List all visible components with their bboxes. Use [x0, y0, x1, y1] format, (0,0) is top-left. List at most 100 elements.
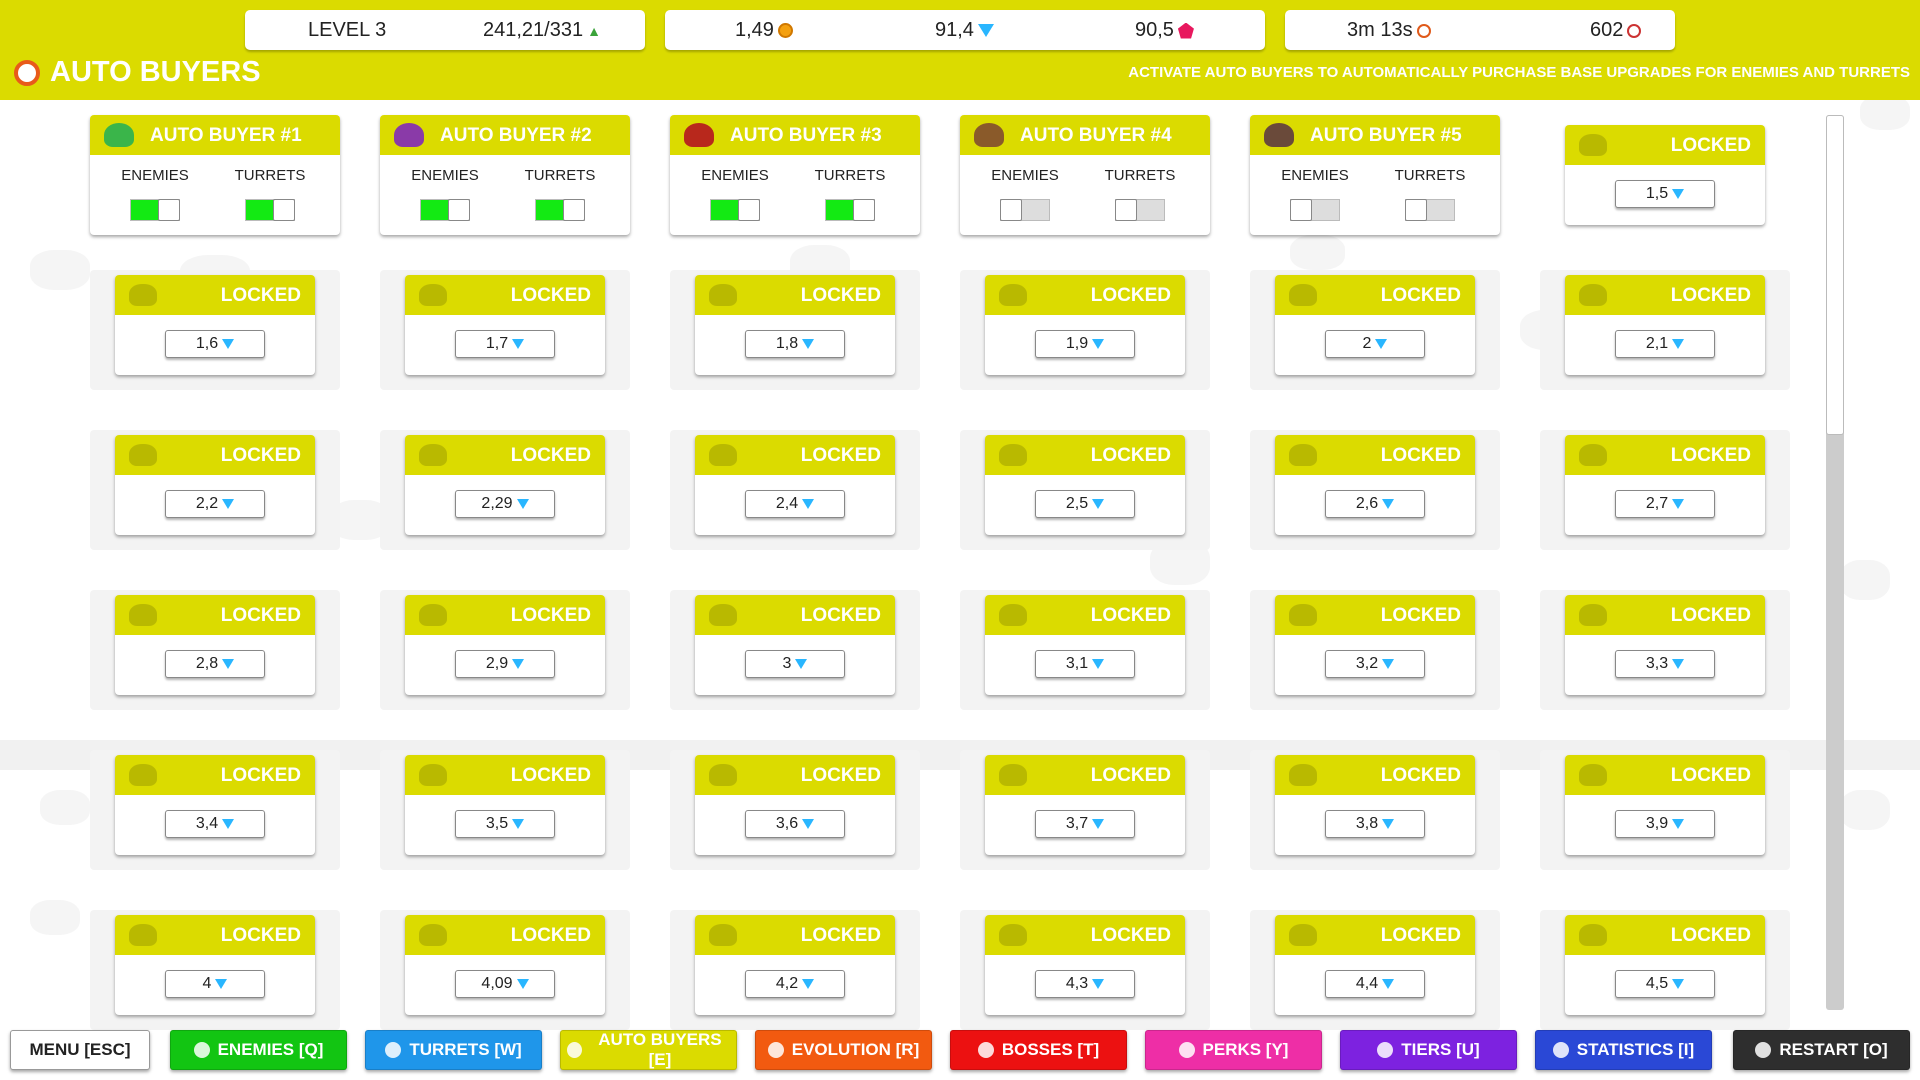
gem-value: 91,4	[935, 19, 974, 41]
unlock-price-button[interactable]: 2,29	[455, 490, 555, 518]
toggle-knob[interactable]	[563, 199, 585, 221]
turrets-toggle[interactable]	[1405, 199, 1455, 221]
locked-label: LOCKED	[1670, 605, 1751, 626]
unlock-price-button[interactable]: 1,5	[1615, 180, 1715, 208]
toggle-knob[interactable]	[1405, 199, 1427, 221]
nav-button-label: TIERS [U]	[1401, 1040, 1480, 1059]
scrollbar-thumb[interactable]	[1826, 115, 1844, 435]
unlock-price-button[interactable]: 2,8	[165, 650, 265, 678]
unlock-price-button[interactable]: 3,3	[1615, 650, 1715, 678]
nav-button-statistics[interactable]: STATISTICS [I]	[1535, 1030, 1712, 1070]
nav-button-menu[interactable]: MENU [ESC]	[10, 1030, 150, 1070]
toggle-knob[interactable]	[1115, 199, 1137, 221]
unlock-price-button[interactable]: 3,5	[455, 810, 555, 838]
locked-label: LOCKED	[800, 285, 881, 306]
locked-label: LOCKED	[510, 285, 591, 306]
unlock-price-button[interactable]: 3,4	[165, 810, 265, 838]
unlock-price-button[interactable]: 4	[165, 970, 265, 998]
locked-enemy-silhouette-icon	[709, 764, 737, 786]
toggle-knob[interactable]	[273, 199, 295, 221]
level-panel: LEVEL 3 241,21/331 ▲	[245, 10, 645, 50]
exp-icon: ▲	[587, 22, 601, 39]
locked-enemy-silhouette-icon	[1289, 764, 1317, 786]
toggle-knob[interactable]	[853, 199, 875, 221]
enemies-label: ENEMIES	[411, 167, 479, 184]
locked-card-header: LOCKED	[405, 435, 605, 475]
enemies-toggle[interactable]	[130, 199, 180, 221]
turrets-label: TURRETS	[234, 167, 306, 184]
locked-label: LOCKED	[220, 605, 301, 626]
nav-button-bosses[interactable]: BOSSES [T]	[950, 1030, 1127, 1070]
gem-icon	[802, 339, 815, 349]
unlock-price-button[interactable]: 2,6	[1325, 490, 1425, 518]
nav-button-restart[interactable]: RESTART [O]	[1733, 1030, 1910, 1070]
turrets-toggle[interactable]	[535, 199, 585, 221]
locked-enemy-silhouette-icon	[1579, 284, 1607, 306]
unlock-price-button[interactable]: 2,7	[1615, 490, 1715, 518]
unlock-price-button[interactable]: 2,4	[745, 490, 845, 518]
toggle-knob[interactable]	[738, 199, 760, 221]
locked-enemy-silhouette-icon	[709, 284, 737, 306]
locked-card-header: LOCKED	[115, 275, 315, 315]
price-value: 3,4	[195, 815, 219, 832]
enemies-toggle[interactable]	[710, 199, 760, 221]
price-value: 1,6	[195, 335, 219, 352]
unlock-price-button[interactable]: 1,8	[745, 330, 845, 358]
locked-card-header: LOCKED	[115, 435, 315, 475]
locked-card: LOCKED 4,09	[405, 915, 605, 1015]
nav-button-tiers[interactable]: TIERS [U]	[1340, 1030, 1517, 1070]
locked-card-header: LOCKED	[405, 275, 605, 315]
gem-icon	[512, 339, 525, 349]
unlock-price-button[interactable]: 2,5	[1035, 490, 1135, 518]
unlock-price-button[interactable]: 1,6	[165, 330, 265, 358]
unlock-price-button[interactable]: 2,2	[165, 490, 265, 518]
enemies-label: ENEMIES	[121, 167, 189, 184]
locked-label: LOCKED	[1380, 605, 1461, 626]
unlock-price-button[interactable]: 4,3	[1035, 970, 1135, 998]
gem-icon	[795, 659, 808, 669]
toggle-knob[interactable]	[448, 199, 470, 221]
nav-button-label: EVOLUTION [R]	[791, 1040, 920, 1059]
unlock-price-button[interactable]: 3,8	[1325, 810, 1425, 838]
nav-button-perks[interactable]: PERKS [Y]	[1145, 1030, 1322, 1070]
unlock-price-button[interactable]: 1,7	[455, 330, 555, 358]
unlock-price-button[interactable]: 4,5	[1615, 970, 1715, 998]
unlock-price-button[interactable]: 4,4	[1325, 970, 1425, 998]
unlock-price-button[interactable]: 3,2	[1325, 650, 1425, 678]
unlock-price-button[interactable]: 2	[1325, 330, 1425, 358]
header-bar: LEVEL 3 241,21/331 ▲ 1,49 91,4 90,5 3m 1…	[0, 0, 1920, 100]
unlock-price-button[interactable]: 3,6	[745, 810, 845, 838]
enemies-toggle[interactable]	[1290, 199, 1340, 221]
turrets-toggle[interactable]	[825, 199, 875, 221]
toggle-knob[interactable]	[158, 199, 180, 221]
enemies-toggle[interactable]	[420, 199, 470, 221]
gem-icon	[1382, 819, 1395, 829]
coin-stat: 1,49	[735, 19, 793, 42]
clock-icon	[567, 1042, 582, 1058]
gem-icon	[802, 979, 815, 989]
locked-enemy-silhouette-icon	[419, 284, 447, 306]
unlock-price-button[interactable]: 2,9	[455, 650, 555, 678]
enemies-toggle[interactable]	[1000, 199, 1050, 221]
unlock-price-button[interactable]: 4,2	[745, 970, 845, 998]
nav-button-evolution[interactable]: EVOLUTION [R]	[755, 1030, 932, 1070]
unlock-price-button[interactable]: 3,1	[1035, 650, 1135, 678]
unlock-price-button[interactable]: 3,7	[1035, 810, 1135, 838]
locked-label: LOCKED	[220, 765, 301, 786]
toggle-knob[interactable]	[1000, 199, 1022, 221]
turrets-toggle[interactable]	[245, 199, 295, 221]
unlock-price-button[interactable]: 3,9	[1615, 810, 1715, 838]
toggle-knob[interactable]	[1290, 199, 1312, 221]
unlock-price-button[interactable]: 1,9	[1035, 330, 1135, 358]
price-value: 3,2	[1355, 655, 1379, 672]
unlock-price-button[interactable]: 3	[745, 650, 845, 678]
background-enemy	[30, 900, 80, 935]
unlock-price-button[interactable]: 2,1	[1615, 330, 1715, 358]
nav-button-turrets[interactable]: TURRETS [W]	[365, 1030, 542, 1070]
turrets-toggle[interactable]	[1115, 199, 1165, 221]
nav-button-enemies[interactable]: ENEMIES [Q]	[170, 1030, 347, 1070]
locked-label: LOCKED	[800, 445, 881, 466]
nav-button-auto[interactable]: AUTO BUYERS [E]	[560, 1030, 737, 1070]
unlock-price-button[interactable]: 4,09	[455, 970, 555, 998]
coin-icon	[193, 1042, 210, 1058]
